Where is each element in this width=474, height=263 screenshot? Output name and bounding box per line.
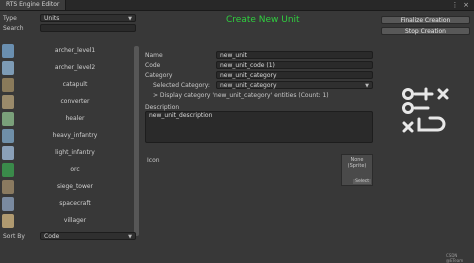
unit-list-item[interactable]: archer_level1 bbox=[0, 43, 140, 60]
unit-list: archer_level1 archer_level2 catapult conver… bbox=[0, 43, 140, 233]
siege-tower-icon bbox=[2, 180, 14, 194]
unit-list-item-label: orc bbox=[70, 166, 80, 173]
chevron-down-icon: ▼ bbox=[365, 83, 369, 89]
catapult-icon bbox=[2, 78, 14, 92]
unit-list-item-label: light_infantry bbox=[55, 149, 95, 156]
logo-icon bbox=[402, 87, 449, 133]
watermark: CSDN @ETeam bbox=[446, 253, 464, 263]
window-tab[interactable]: RTS Engine Editor bbox=[0, 0, 67, 10]
window-tab-label: RTS Engine Editor bbox=[6, 1, 60, 8]
search-input[interactable] bbox=[40, 24, 136, 32]
archer-icon bbox=[2, 44, 14, 58]
unit-list-item[interactable]: light_infantry bbox=[0, 145, 140, 162]
type-label: Type bbox=[3, 15, 17, 22]
type-dropdown-value: Units bbox=[44, 15, 60, 22]
code-label: Code bbox=[145, 62, 161, 69]
selected-category-dropdown[interactable]: new_unit_category ▼ bbox=[216, 81, 373, 89]
form-heading: Create New Unit bbox=[226, 15, 300, 25]
sort-by-dropdown[interactable]: Code ▼ bbox=[40, 232, 136, 240]
unit-list-item[interactable]: heavy_infantry bbox=[0, 128, 140, 145]
unit-list-item-label: healer bbox=[65, 115, 85, 122]
icon-label: Icon bbox=[147, 157, 160, 164]
unit-list-item-label: archer_level2 bbox=[54, 64, 96, 71]
description-label: Description bbox=[145, 104, 180, 111]
spacecraft-icon bbox=[2, 197, 14, 211]
search-label: Search bbox=[3, 25, 24, 32]
unit-list-item[interactable]: converter bbox=[0, 94, 140, 111]
unit-list-item[interactable]: catapult bbox=[0, 77, 140, 94]
unit-list-item[interactable]: spacecraft bbox=[0, 196, 140, 213]
code-field[interactable]: new_unit_code (1) bbox=[216, 61, 373, 69]
stop-creation-button[interactable]: Stop Creation bbox=[381, 27, 470, 35]
unit-list-item-label: catapult bbox=[62, 81, 88, 88]
description-field[interactable]: new_unit_description bbox=[145, 111, 373, 143]
create-unit-form: Create New Unit Name new_unit Code new_u… bbox=[140, 11, 376, 263]
unit-list-item[interactable]: siege_tower bbox=[0, 179, 140, 196]
scrollbar-thumb[interactable] bbox=[134, 46, 139, 236]
unit-list-item-label: archer_level1 bbox=[54, 47, 96, 54]
name-field[interactable]: new_unit bbox=[216, 51, 373, 59]
category-field[interactable]: new_unit_category bbox=[216, 71, 373, 79]
title-bar: RTS Engine Editor ⋮ × bbox=[0, 0, 474, 11]
sort-by-value: Code bbox=[44, 233, 60, 240]
unit-list-item-label: heavy_infantry bbox=[52, 132, 98, 139]
close-icon[interactable]: × bbox=[462, 1, 470, 9]
heavy-infantry-icon bbox=[2, 129, 14, 143]
icon-sprite-field[interactable]: None (Sprite) Select bbox=[341, 154, 373, 186]
sprite-select-button[interactable]: Select bbox=[353, 179, 371, 184]
chevron-down-icon: ▼ bbox=[128, 16, 132, 22]
unit-list-item[interactable]: healer bbox=[0, 111, 140, 128]
sprite-type-text: (Sprite) bbox=[347, 163, 367, 169]
converter-icon bbox=[2, 95, 14, 109]
selected-category-label: Selected Category: bbox=[153, 82, 210, 89]
archer-icon bbox=[2, 61, 14, 75]
unit-list-item-label: siege_tower bbox=[56, 183, 94, 190]
finalize-creation-button[interactable]: Finalize Creation bbox=[381, 16, 470, 24]
unit-list-item-label: spacecraft bbox=[59, 200, 91, 207]
unit-list-item[interactable]: villager bbox=[0, 213, 140, 230]
healer-icon bbox=[2, 112, 14, 126]
more-options-icon[interactable]: ⋮ bbox=[451, 1, 459, 9]
rts-engine-logo bbox=[398, 86, 454, 136]
unit-list-item-label: converter bbox=[60, 98, 90, 105]
orc-icon bbox=[2, 163, 14, 177]
category-label: Category bbox=[145, 72, 173, 79]
unit-list-item[interactable]: orc bbox=[0, 162, 140, 179]
display-category-foldout[interactable]: > Display category 'new_unit_category' e… bbox=[153, 92, 329, 99]
sort-by-label: Sort By bbox=[3, 233, 25, 240]
unit-list-scrollbar[interactable] bbox=[134, 46, 139, 236]
light-infantry-icon bbox=[2, 146, 14, 160]
type-dropdown[interactable]: Units ▼ bbox=[40, 14, 136, 22]
chevron-down-icon: ▼ bbox=[128, 234, 132, 240]
selected-category-value: new_unit_category bbox=[220, 82, 277, 89]
unit-list-item-label: villager bbox=[63, 217, 87, 224]
name-label: Name bbox=[145, 52, 163, 59]
villager-icon bbox=[2, 214, 14, 228]
unit-list-item[interactable]: archer_level2 bbox=[0, 60, 140, 77]
left-panel: Type Units ▼ Search archer_level1 archer_… bbox=[0, 11, 140, 263]
